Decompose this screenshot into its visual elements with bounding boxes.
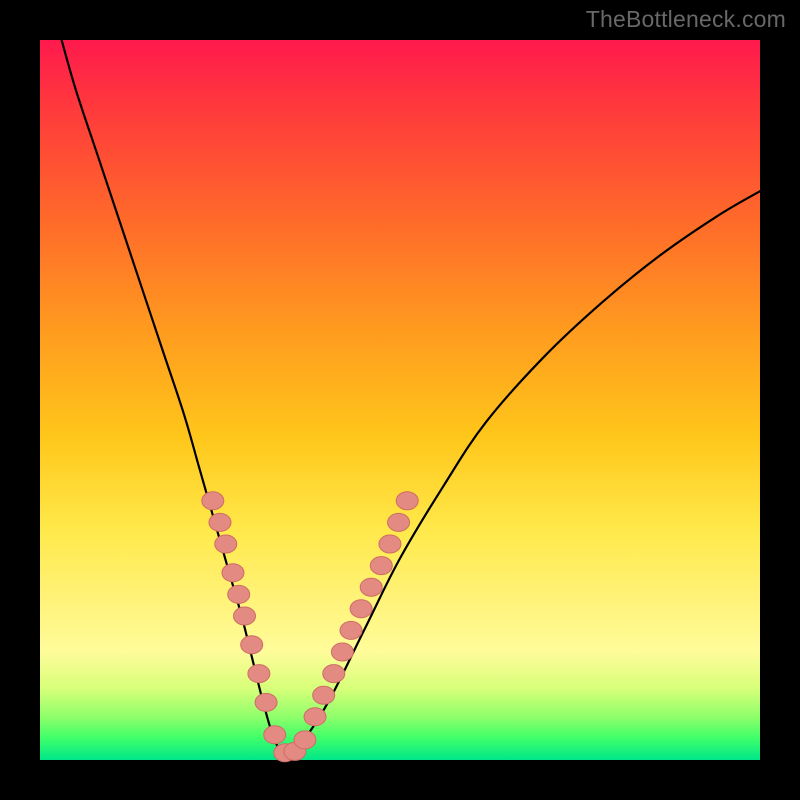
marker-right-cluster: [379, 535, 401, 553]
marker-left-cluster: [202, 492, 224, 510]
marker-right-cluster: [396, 492, 418, 510]
marker-right-cluster: [331, 643, 353, 661]
plot-area: [40, 40, 760, 760]
marker-right-cluster: [323, 665, 345, 683]
marker-left-cluster: [255, 693, 277, 711]
chart-frame: TheBottleneck.com: [0, 0, 800, 800]
bottleneck-curve: [62, 40, 760, 755]
marker-right-cluster: [370, 557, 392, 575]
watermark-text: TheBottleneck.com: [586, 6, 786, 33]
marker-right-cluster: [304, 708, 326, 726]
marker-right-cluster: [350, 600, 372, 618]
marker-right-cluster: [388, 513, 410, 531]
chart-svg: [40, 40, 760, 760]
marker-left-cluster: [228, 585, 250, 603]
marker-left-cluster: [241, 636, 263, 654]
marker-left-cluster: [248, 665, 270, 683]
marker-bottom: [294, 731, 316, 749]
marker-right-cluster: [360, 578, 382, 596]
marker-left-cluster: [233, 607, 255, 625]
marker-left-cluster: [209, 513, 231, 531]
marker-right-cluster: [313, 686, 335, 704]
data-markers: [202, 492, 418, 762]
marker-right-cluster: [340, 621, 362, 639]
marker-left-cluster: [222, 564, 244, 582]
marker-bottom: [264, 726, 286, 744]
marker-left-cluster: [215, 535, 237, 553]
